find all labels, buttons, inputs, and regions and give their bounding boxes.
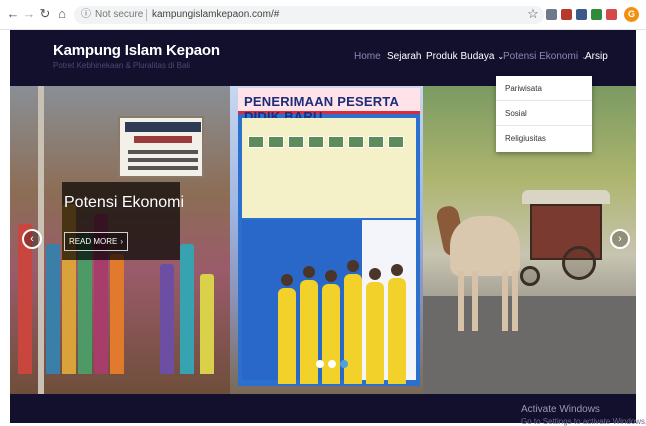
dropdown-item-sosial[interactable]: Sosial — [496, 101, 592, 126]
star-icon[interactable]: ☆ — [526, 7, 540, 21]
read-more-button[interactable]: READ MORE › — [64, 232, 128, 251]
slider-next-button[interactable]: › — [610, 229, 630, 249]
cart-wheel — [520, 266, 540, 286]
nav-produk-budaya-label: Produk Budaya — [426, 51, 495, 62]
nav-sejarah[interactable]: Sejarah — [387, 51, 421, 63]
address-bar[interactable]: ⓘ Not secure kampungislamkepaon.com/# — [74, 6, 544, 24]
slider-dot[interactable] — [328, 360, 336, 368]
site-title[interactable]: Kampung Islam Kepaon — [53, 42, 220, 59]
home-icon[interactable]: ⌂ — [55, 7, 69, 21]
chevron-right-icon: › — [120, 237, 124, 246]
banner-photo — [368, 136, 384, 148]
activate-windows-subtitle: Go to Settings to activate Windows. — [521, 417, 646, 426]
activate-windows-title: Activate Windows — [521, 404, 600, 415]
cloth-item — [200, 274, 214, 374]
address-separator — [146, 9, 147, 21]
student-head — [369, 268, 381, 280]
extension-icon[interactable] — [591, 9, 602, 20]
cloth-item — [46, 244, 60, 374]
banner-photo — [328, 136, 344, 148]
school-banner: PENERIMAAN PESERTA DIDIK BARU — [238, 88, 420, 386]
slide-title: Potensi Ekonomi — [64, 194, 185, 211]
dropdown-item-pariwisata[interactable]: Pariwisata — [496, 76, 592, 101]
cloth-item — [110, 254, 124, 374]
horse-leg — [458, 271, 464, 331]
profile-icon[interactable]: G — [624, 7, 639, 22]
horse-leg — [472, 271, 478, 331]
banner-photo — [248, 136, 264, 148]
student — [344, 274, 362, 384]
reload-icon[interactable]: ↻ — [38, 7, 52, 21]
student — [388, 278, 406, 384]
student-head — [391, 264, 403, 276]
nav-arsip[interactable]: Arsip — [585, 51, 608, 63]
chevron-left-icon: ‹ — [30, 233, 34, 245]
banner-photo — [348, 136, 364, 148]
student — [278, 288, 296, 384]
extension-icon[interactable] — [576, 9, 587, 20]
banner-headline: PENERIMAAN PESERTA DIDIK BARU — [238, 88, 420, 124]
site-tagline: Potret Kebhinekaan & Pluralitas di Bali — [53, 61, 190, 70]
student-head — [303, 266, 315, 278]
potensi-ekonomi-dropdown: Pariwisata Sosial Religiusitas — [496, 76, 592, 152]
banner-photo — [308, 136, 324, 148]
student-head — [347, 260, 359, 272]
shop-sign — [118, 116, 204, 178]
horse-leg — [512, 271, 518, 331]
slider-dot[interactable] — [316, 360, 324, 368]
nav-home[interactable]: Home — [354, 51, 381, 63]
forward-icon[interactable]: → — [22, 7, 36, 21]
cart-wheel — [562, 246, 596, 280]
nav-potensi-ekonomi-label: Potensi Ekonomi — [503, 51, 579, 62]
url-text[interactable]: kampungislamkepaon.com/# — [152, 8, 279, 22]
horse-leg — [502, 271, 508, 331]
browser-toolbar: ← → ↻ ⌂ ⓘ Not secure kampungislamkepaon.… — [0, 0, 646, 30]
dropdown-item-religiusitas[interactable]: Religiusitas — [496, 126, 592, 151]
extension-icon[interactable] — [606, 9, 617, 20]
student-head — [325, 270, 337, 282]
nav-produk-budaya[interactable]: Produk Budaya ⌄ — [426, 51, 504, 63]
cart-roof — [522, 190, 610, 204]
student — [300, 280, 318, 384]
slider-prev-button[interactable]: ‹ — [22, 229, 42, 249]
info-icon[interactable]: ⓘ — [80, 9, 92, 21]
nav-potensi-ekonomi[interactable]: Potensi Ekonomi ⌄ — [503, 51, 588, 63]
chevron-right-icon: › — [618, 233, 622, 245]
read-more-label: READ MORE — [68, 237, 118, 246]
cloth-item — [180, 244, 194, 374]
student — [322, 284, 340, 384]
not-secure-label: Not secure — [95, 9, 144, 20]
banner-photo — [388, 136, 404, 148]
student — [366, 282, 384, 384]
cloth-item — [160, 264, 174, 374]
horse — [450, 216, 520, 276]
banner-info — [242, 118, 416, 218]
slider-dot-active[interactable] — [340, 360, 348, 368]
back-icon[interactable]: ← — [6, 7, 20, 21]
student-head — [281, 274, 293, 286]
extension-icon[interactable] — [546, 9, 557, 20]
banner-photo — [288, 136, 304, 148]
road — [423, 296, 636, 394]
extension-icon[interactable] — [561, 9, 572, 20]
banner-photo — [268, 136, 284, 148]
